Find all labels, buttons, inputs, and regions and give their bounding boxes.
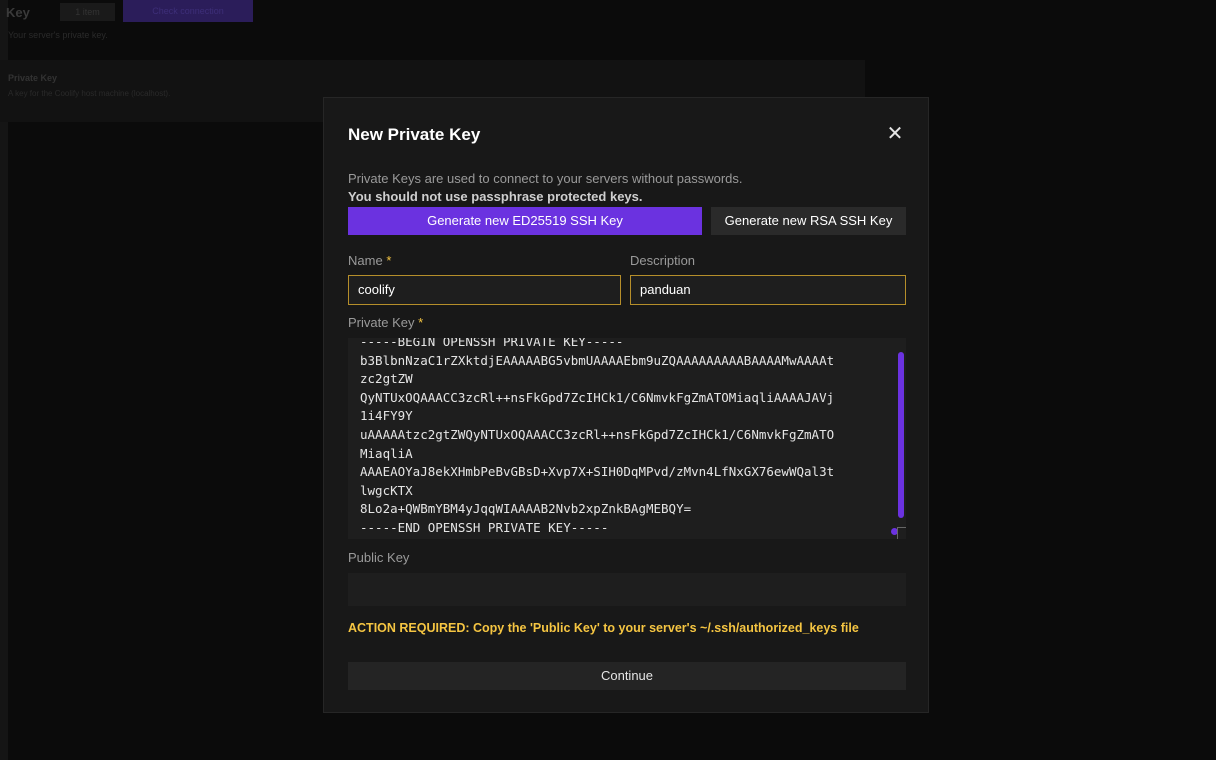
background-subtitle: Your server's private key. xyxy=(8,30,108,40)
background-card-title: Private Key xyxy=(8,73,58,83)
modal-title: New Private Key xyxy=(348,125,481,144)
public-key-field[interactable] xyxy=(348,573,906,606)
passphrase-warning: You should not use passphrase protected … xyxy=(348,189,643,204)
intro-text: Private Keys are used to connect to your… xyxy=(348,171,743,186)
background-card-subtitle: A key for the Coolify host machine (loca… xyxy=(8,89,171,98)
background-title: Key xyxy=(6,5,30,20)
background-badge: 1 item xyxy=(60,3,115,21)
generate-ed25519-button[interactable]: Generate new ED25519 SSH Key xyxy=(348,207,702,235)
close-icon[interactable]: ✕ xyxy=(884,124,906,146)
required-mark: * xyxy=(418,315,424,330)
continue-button[interactable]: Continue xyxy=(348,662,906,690)
description-label: Description xyxy=(630,253,696,268)
public-key-label: Public Key xyxy=(348,550,410,565)
description-input[interactable]: panduan xyxy=(630,275,906,305)
generate-rsa-button[interactable]: Generate new RSA SSH Key xyxy=(711,207,906,235)
resize-handle-icon[interactable] xyxy=(897,527,906,539)
private-key-content: -----BEGIN OPENSSH PRIVATE KEY----- b3Bl… xyxy=(360,338,835,535)
required-mark: * xyxy=(386,253,392,268)
scrollbar-thumb[interactable] xyxy=(898,352,904,518)
new-private-key-modal: New Private Key ✕ Private Keys are used … xyxy=(323,97,929,713)
private-key-label: Private Key * xyxy=(348,315,424,330)
background-check-connection-button: Check connection xyxy=(123,0,253,22)
name-label: Name * xyxy=(348,253,392,268)
private-key-textarea[interactable]: -----BEGIN OPENSSH PRIVATE KEY----- b3Bl… xyxy=(348,338,906,539)
name-input[interactable]: coolify xyxy=(348,275,621,305)
action-required-notice: ACTION REQUIRED: Copy the 'Public Key' t… xyxy=(348,621,859,635)
